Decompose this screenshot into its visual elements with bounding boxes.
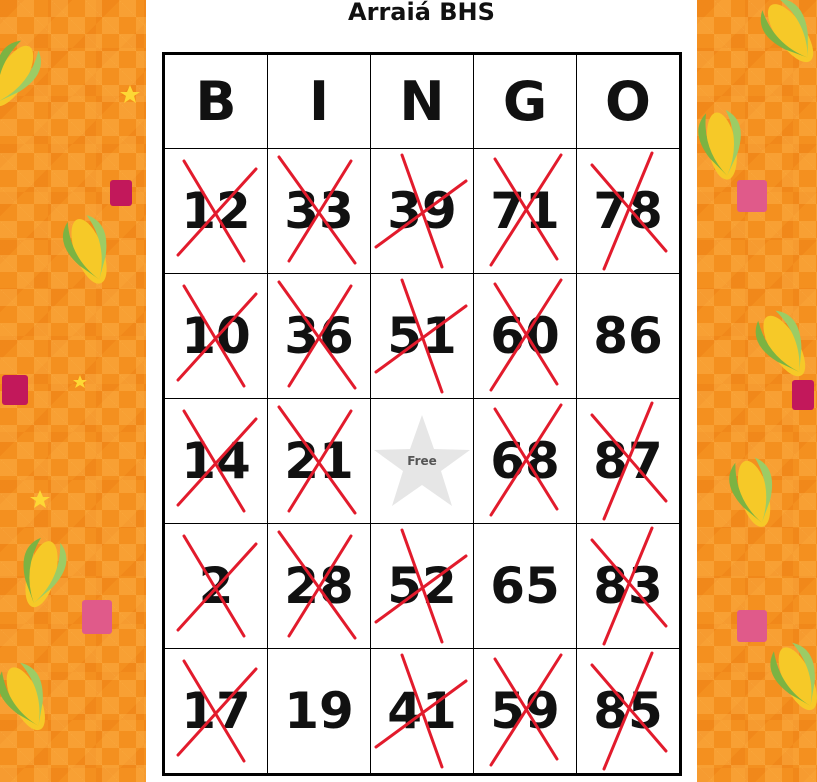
card-row: 14 21 Free 68 87 (163, 398, 681, 524)
cell-number: 36 (284, 307, 354, 365)
number-cell[interactable]: 78 (576, 148, 681, 274)
number-cell[interactable]: 59 (473, 648, 577, 775)
card-row: 12 33 39 71 78 (163, 148, 681, 274)
number-cell[interactable]: 60 (473, 273, 577, 399)
card-row: 2 28 52 65 83 (163, 523, 681, 649)
number-cell[interactable]: 14 (163, 398, 268, 524)
header-letter-n: N (370, 53, 474, 149)
header-letter-i: I (267, 53, 371, 149)
cell-number: 59 (490, 682, 560, 740)
number-cell[interactable]: 2 (163, 523, 268, 649)
cell-number: 68 (490, 432, 560, 490)
cell-number: 39 (387, 182, 457, 240)
cell-number: 83 (593, 557, 663, 615)
number-cell[interactable]: 87 (576, 398, 681, 524)
number-cell[interactable]: 68 (473, 398, 577, 524)
corn-icon (770, 642, 817, 711)
page-title: Arraiá BHS (348, 0, 495, 26)
cell-number: 52 (387, 557, 457, 615)
cell-number: 17 (181, 682, 251, 740)
free-space-cell[interactable]: Free (370, 398, 474, 524)
cell-number: 33 (284, 182, 354, 240)
number-cell[interactable]: 28 (267, 523, 371, 649)
number-cell[interactable]: 10 (163, 273, 268, 399)
gift-icon (737, 180, 814, 642)
corn-icon (755, 310, 806, 377)
cell-number: 41 (387, 682, 457, 740)
header-letter-o: O (576, 53, 681, 149)
number-cell[interactable]: 51 (370, 273, 474, 399)
number-cell[interactable]: 83 (576, 523, 681, 649)
cell-number: 21 (284, 432, 354, 490)
card-row: 10 36 51 60 86 (163, 273, 681, 399)
header-row: B I N G O (163, 53, 681, 149)
number-cell[interactable]: 21 (267, 398, 371, 524)
corn-icon (0, 40, 41, 107)
star-icon (30, 85, 140, 508)
corn-decoration-right (698, 0, 817, 711)
cell-number: 71 (490, 182, 560, 240)
bingo-card: B I N G O 12 33 39 71 78 10 36 51 60 86 14 21 Free 68… (162, 52, 682, 776)
header-letter-g: G (473, 53, 577, 149)
number-cell[interactable]: 33 (267, 148, 371, 274)
number-cell[interactable]: 65 (473, 523, 577, 649)
number-cell[interactable]: 19 (267, 648, 371, 775)
cell-number: 14 (181, 432, 251, 490)
cell-number: 85 (593, 682, 663, 740)
cell-number: 86 (593, 307, 663, 365)
header-letter-b: B (163, 53, 268, 149)
number-cell[interactable]: 41 (370, 648, 474, 775)
number-cell[interactable]: 36 (267, 273, 371, 399)
corn-icon (729, 457, 773, 527)
corn-icon (23, 537, 67, 608)
number-cell[interactable]: 71 (473, 148, 577, 274)
number-cell[interactable]: 85 (576, 648, 681, 775)
cell-number: 65 (490, 557, 560, 615)
corn-decoration-left (0, 40, 140, 731)
free-space: Free (371, 399, 473, 523)
cell-number: 78 (593, 182, 663, 240)
cell-number: 19 (284, 682, 354, 740)
corn-icon (760, 0, 814, 63)
number-cell[interactable]: 39 (370, 148, 474, 274)
cell-number: 12 (181, 182, 251, 240)
corn-icon (0, 662, 45, 731)
number-cell[interactable]: 17 (163, 648, 268, 775)
number-cell[interactable]: 12 (163, 148, 268, 274)
corn-icon (698, 109, 741, 180)
cell-number: 51 (387, 307, 457, 365)
card-row: 17 19 41 59 85 (163, 648, 681, 775)
corn-icon (62, 215, 107, 284)
cell-number: 28 (284, 557, 354, 615)
cell-number: 87 (593, 432, 663, 490)
cell-number: 60 (490, 307, 560, 365)
number-cell[interactable]: 86 (576, 273, 681, 399)
cell-number: 10 (181, 307, 251, 365)
free-label: Free (407, 454, 437, 468)
cell-number: 2 (198, 557, 234, 615)
number-cell[interactable]: 52 (370, 523, 474, 649)
